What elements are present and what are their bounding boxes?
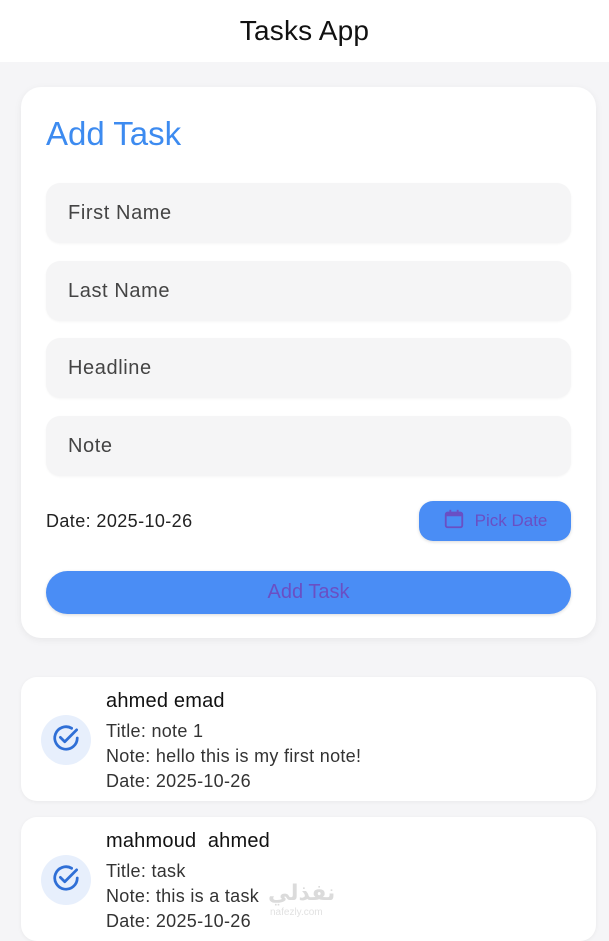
selected-date: Date: 2025-10-26 [46, 511, 193, 531]
watermark-sub-text: nafezly.com [270, 907, 323, 918]
task-date: Date: 2025-10-26 [106, 911, 251, 931]
task-date: Date: 2025-10-26 [106, 771, 251, 791]
headline-field[interactable] [46, 338, 571, 398]
pick-date-button[interactable]: Pick Date [419, 501, 571, 541]
watermark-logo: نفذلي nafezly.com [268, 880, 348, 920]
app-bar: Tasks App [0, 0, 609, 62]
last-name-field[interactable] [46, 261, 571, 321]
task-avatar [41, 855, 91, 905]
add-task-button[interactable]: Add Task [46, 571, 571, 614]
headline-input[interactable] [66, 355, 550, 381]
task-card[interactable]: ahmed emad Title: note 1 Note: hello thi… [21, 677, 596, 801]
task-avatar [41, 715, 91, 765]
form-title: Add Task [46, 115, 182, 152]
app-title: Tasks App [239, 15, 370, 46]
pick-date-label: Pick Date [474, 511, 548, 530]
task-title: Title: task [106, 861, 186, 881]
task-name: mahmoud ahmed [106, 830, 271, 852]
task-title: Title: note 1 [106, 721, 204, 741]
last-name-input[interactable] [66, 278, 550, 304]
task-card[interactable]: mahmoud ahmed Title: task Note: this is … [21, 817, 596, 941]
calendar-icon [443, 508, 465, 535]
add-task-label: Add Task [267, 581, 350, 603]
check-circle-icon [51, 863, 81, 898]
first-name-field[interactable] [46, 183, 571, 243]
first-name-input[interactable] [66, 200, 550, 226]
task-note: Note: this is a task [106, 886, 260, 906]
add-task-form: Add Task Date: 2025-10-26 Pick Date Add … [21, 87, 596, 638]
watermark-main-text: نفذلي [268, 880, 336, 905]
note-input[interactable] [66, 433, 550, 459]
check-circle-icon [51, 723, 81, 758]
date-row: Date: 2025-10-26 Pick Date [46, 500, 571, 542]
note-field[interactable] [46, 416, 571, 476]
task-name: ahmed emad [106, 690, 225, 712]
task-note: Note: hello this is my first note! [106, 746, 362, 766]
